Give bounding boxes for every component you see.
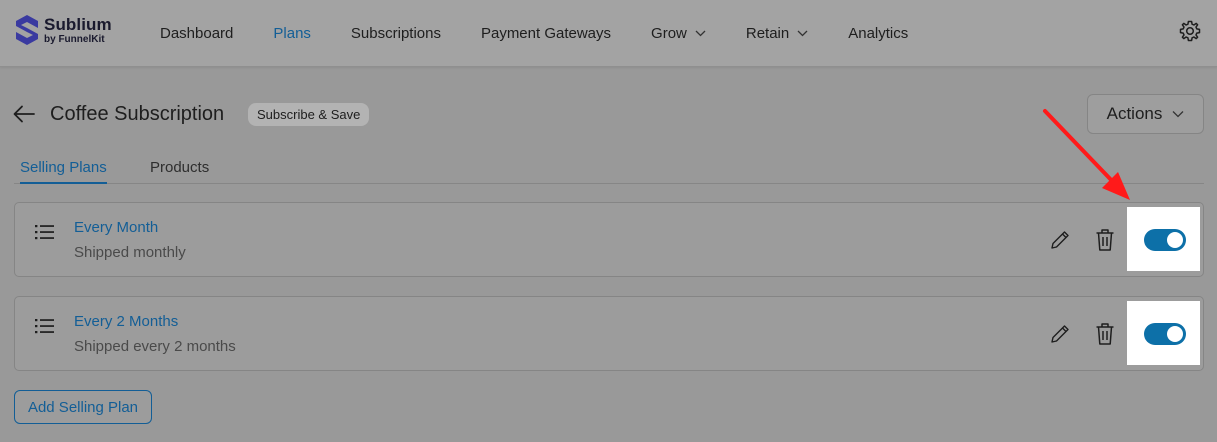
chevron-down-icon (1172, 111, 1184, 118)
plan-tabs: Selling Plans Products (14, 152, 1204, 184)
nav-item-label: Retain (745, 25, 790, 42)
plan-title[interactable]: Every 2 Months (74, 313, 178, 330)
nav-item-label: Plans (273, 25, 311, 42)
trash-icon[interactable] (1095, 322, 1115, 346)
chevron-down-icon (797, 30, 808, 37)
brand-name: Sublium (44, 14, 112, 34)
tab-selling-plans[interactable]: Selling Plans (20, 159, 107, 184)
pencil-icon[interactable] (1049, 323, 1071, 345)
selling-plan-card: Every 2 Months Shipped every 2 months (14, 296, 1204, 371)
nav-item-subscriptions[interactable]: Subscriptions (351, 25, 441, 42)
trash-icon[interactable] (1095, 228, 1115, 252)
nav-item-retain[interactable]: Retain (746, 25, 808, 42)
drag-handle-icon[interactable] (35, 224, 55, 240)
plan-subtitle: Shipped every 2 months (74, 338, 236, 355)
nav-item-dashboard[interactable]: Dashboard (160, 25, 233, 42)
nav-menu: Dashboard Plans Subscriptions Payment Ga… (160, 0, 948, 67)
plan-enabled-toggle[interactable] (1144, 323, 1186, 345)
nav-item-label: Analytics (848, 25, 909, 42)
brand-by-name: FunnelKit (58, 33, 105, 45)
nav-item-label: Dashboard (160, 25, 234, 42)
plan-subtitle: Shipped monthly (74, 244, 186, 261)
page-title: Coffee Subscription (50, 103, 225, 125)
toggle-knob (1167, 232, 1183, 248)
plan-enabled-toggle[interactable] (1144, 229, 1186, 251)
toggle-knob (1167, 326, 1183, 342)
pencil-icon[interactable] (1049, 229, 1071, 251)
nav-item-label: Subscriptions (350, 25, 441, 42)
chevron-down-icon (695, 30, 706, 37)
brand-by-prefix: by (44, 33, 56, 45)
nav-item-label: Grow (651, 25, 687, 42)
brand-logo[interactable]: Sublium by FunnelKit (14, 13, 112, 47)
drag-handle-icon[interactable] (35, 318, 55, 334)
nav-item-analytics[interactable]: Analytics (848, 25, 908, 42)
gear-icon[interactable] (1178, 19, 1202, 43)
nav-item-payment-gateways[interactable]: Payment Gateways (481, 25, 611, 42)
nav-item-grow[interactable]: Grow (651, 25, 706, 42)
plan-title[interactable]: Every Month (74, 219, 158, 236)
nav-item-label: Payment Gateways (480, 25, 612, 42)
sublium-logo-icon (16, 15, 38, 45)
back-arrow-icon[interactable] (12, 104, 36, 124)
nav-item-plans[interactable]: Plans (273, 25, 311, 42)
selling-plan-card: Every Month Shipped monthly (14, 202, 1204, 277)
annotation-arrow-icon (1043, 109, 1130, 200)
toggle-highlight (1127, 207, 1200, 271)
plan-type-badge: Subscribe & Save (248, 103, 370, 126)
brand-by-line: by FunnelKit (44, 33, 112, 45)
top-navigation: Sublium by FunnelKit Dashboard Plans Sub… (0, 0, 1217, 67)
toggle-highlight (1127, 301, 1200, 365)
tab-products[interactable]: Products (150, 159, 209, 184)
add-selling-plan-button[interactable]: Add Selling Plan (14, 390, 152, 424)
